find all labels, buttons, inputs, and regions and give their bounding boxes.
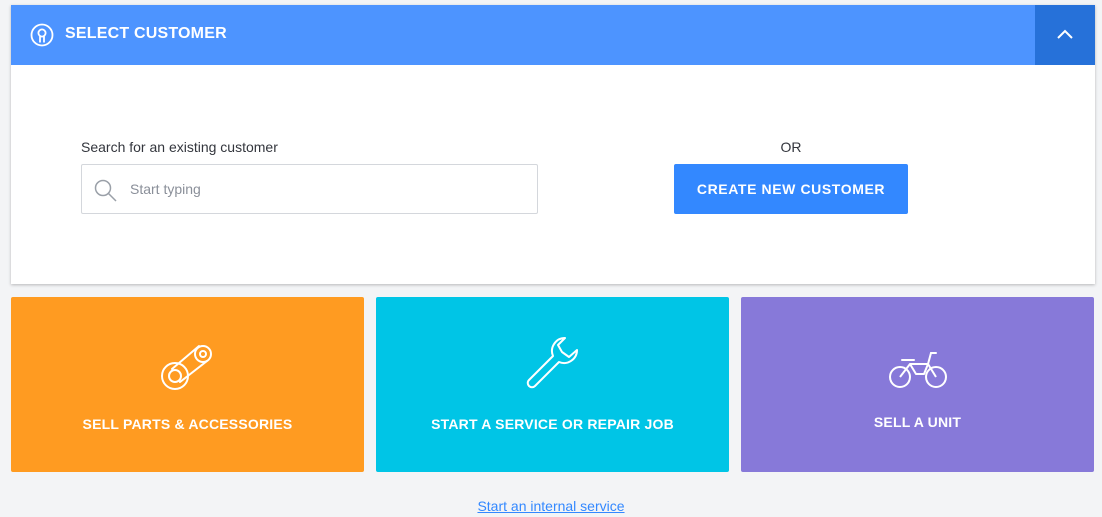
tile-label: START A SERVICE OR REPAIR JOB (431, 416, 674, 432)
start-service-tile[interactable]: START A SERVICE OR REPAIR JOB (376, 297, 729, 472)
chevron-up-icon (1057, 29, 1073, 39)
wrench-icon (376, 335, 729, 391)
or-label: OR (780, 139, 802, 155)
sell-parts-tile[interactable]: SELL PARTS & ACCESSORIES (11, 297, 364, 472)
search-field[interactable] (81, 164, 538, 214)
select-customer-panel: SELECT CUSTOMER Search for an existing c… (11, 5, 1095, 284)
search-label: Search for an existing customer (81, 139, 278, 155)
motorcycle-icon (741, 350, 1094, 390)
create-new-customer-button[interactable]: CREATE NEW CUSTOMER (674, 164, 908, 214)
panel-title: SELECT CUSTOMER (65, 25, 227, 42)
parts-chain-icon (11, 337, 364, 393)
panel-header: SELECT CUSTOMER (11, 5, 1095, 65)
search-input[interactable] (130, 165, 525, 213)
tile-label: SELL PARTS & ACCESSORIES (82, 416, 293, 432)
sell-unit-tile[interactable]: SELL A UNIT (741, 297, 1094, 472)
customer-icon (30, 23, 54, 47)
search-icon (93, 178, 119, 209)
collapse-button[interactable] (1035, 5, 1095, 65)
tile-label: SELL A UNIT (873, 414, 962, 430)
start-internal-service-link[interactable]: Start an internal service (0, 498, 1102, 514)
